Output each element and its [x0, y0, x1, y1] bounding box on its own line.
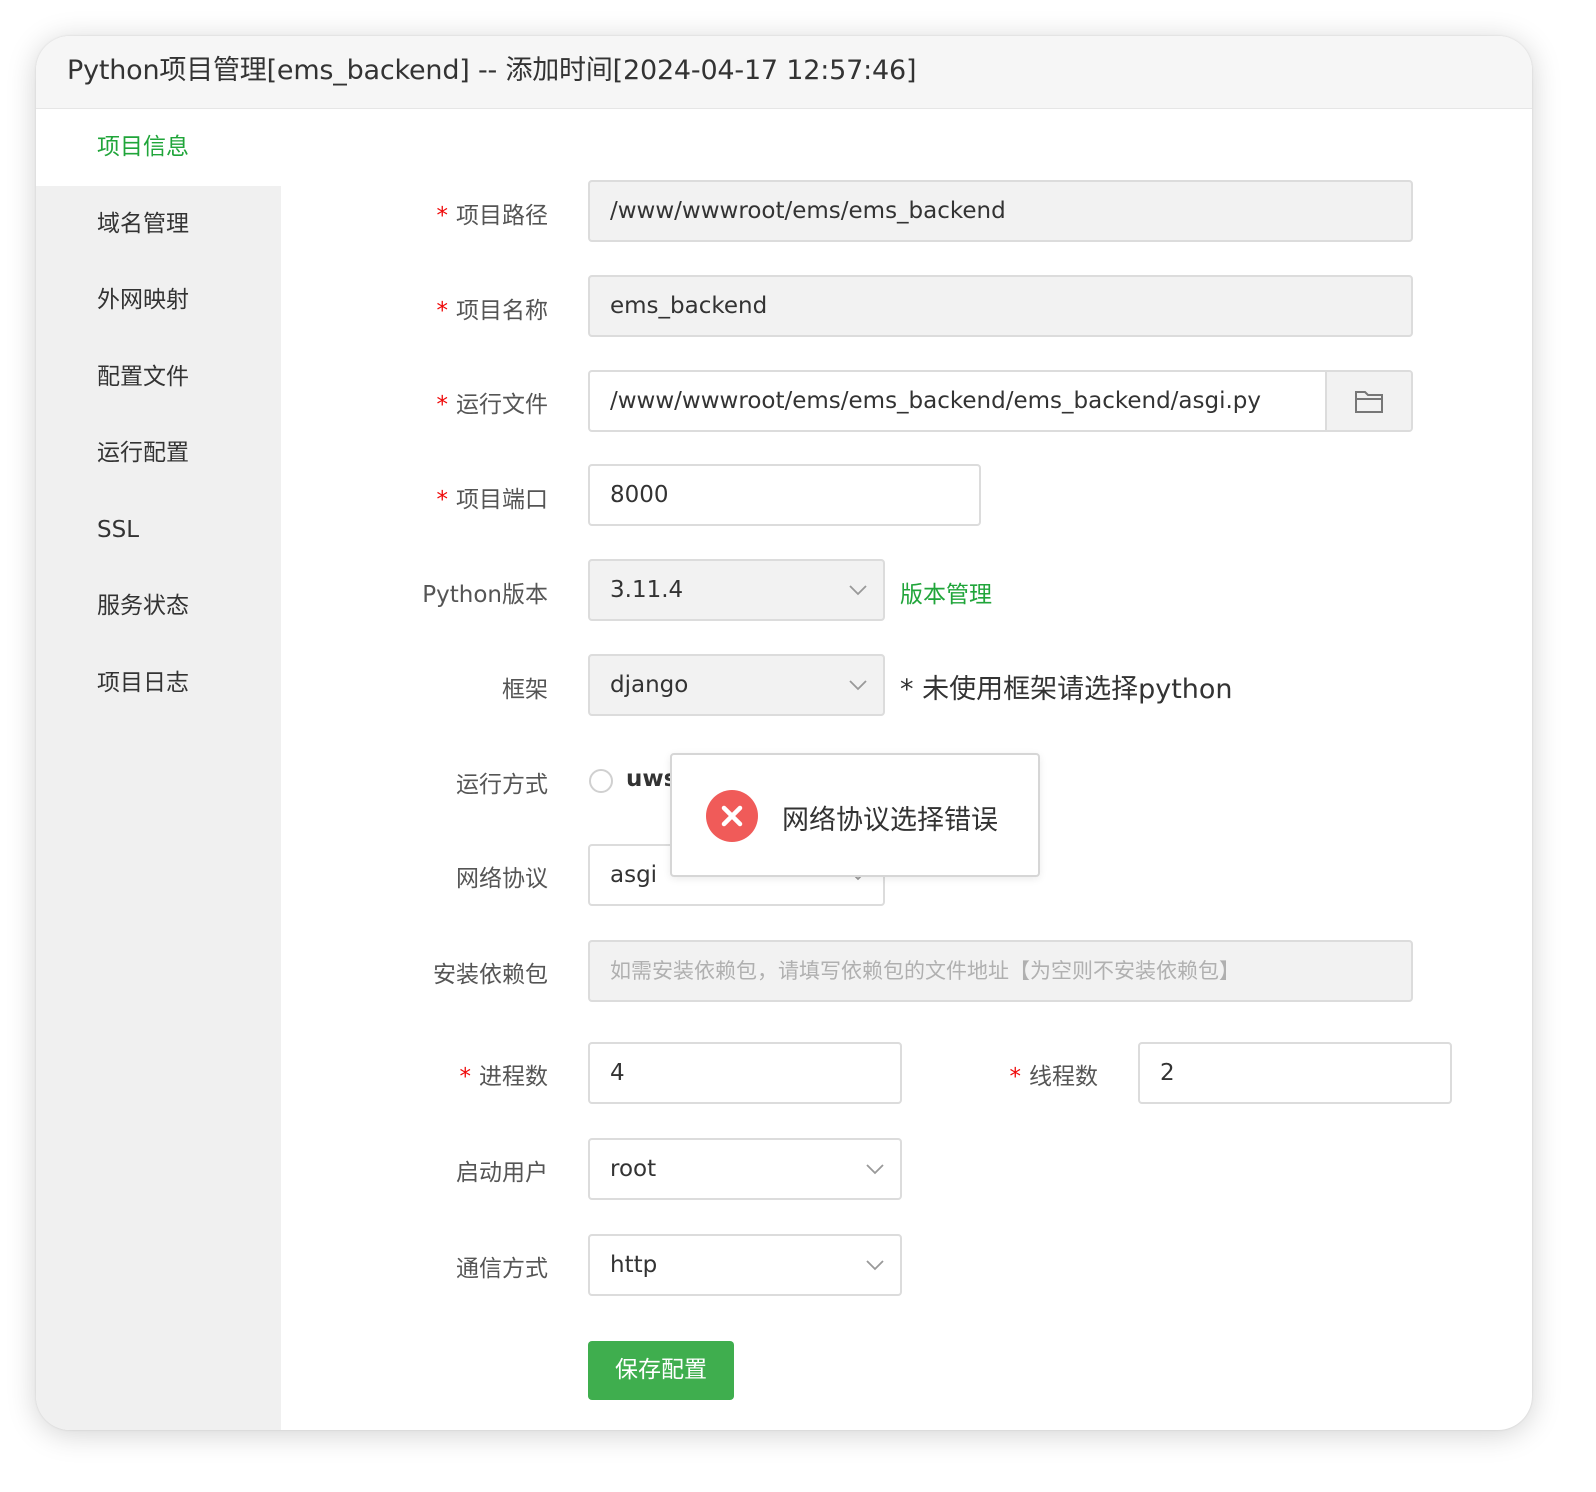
run-mode-label: 运行方式: [456, 772, 548, 798]
sidebar-item-ssl[interactable]: SSL: [36, 492, 281, 569]
install-deps-label: 安装依赖包: [433, 962, 548, 988]
communication-select[interactable]: http: [588, 1234, 902, 1296]
required-mark: *: [436, 203, 449, 229]
sidebar-item-project-log[interactable]: 项目日志: [36, 645, 281, 722]
framework-value: django: [610, 672, 689, 698]
threads-input[interactable]: 2: [1138, 1042, 1452, 1104]
project-port-input[interactable]: 8000: [588, 464, 981, 526]
framework-hint: * 未使用框架请选择python: [900, 674, 1233, 705]
run-file-value: /www/wwwroot/ems/ems_backend/ems_backend…: [610, 388, 1262, 414]
python-version-select[interactable]: 3.11.4: [588, 559, 885, 621]
dialog-title: Python项目管理[ems_backend] -- 添加时间[2024-04-…: [67, 55, 917, 86]
required-mark: *: [436, 298, 449, 324]
install-deps-placeholder: 如需安装依赖包，请填写依赖包的文件地址【为空则不安装依赖包】: [610, 959, 1240, 983]
sidebar-item-project-info[interactable]: 项目信息: [36, 109, 281, 186]
run-file-label: * 运行文件: [436, 392, 549, 418]
network-protocol-value: asgi: [610, 862, 658, 888]
network-protocol-label: 网络协议: [456, 866, 548, 892]
sidebar-item-run-config[interactable]: 运行配置: [36, 415, 281, 492]
chevron-down-icon: [849, 680, 867, 691]
sidebar-item-external-mapping[interactable]: 外网映射: [36, 262, 281, 339]
install-deps-input[interactable]: 如需安装依赖包，请填写依赖包的文件地址【为空则不安装依赖包】: [588, 940, 1413, 1002]
run-mode-radio[interactable]: [589, 769, 613, 793]
processes-label: * 进程数: [459, 1064, 549, 1090]
start-user-value: root: [610, 1156, 657, 1182]
communication-label: 通信方式: [456, 1256, 548, 1282]
project-name-label: * 项目名称: [436, 298, 549, 324]
error-toast: 网络协议选择错误: [670, 753, 1040, 877]
project-path-input[interactable]: /www/wwwroot/ems/ems_backend: [588, 180, 1413, 242]
browse-folder-button[interactable]: [1325, 372, 1411, 430]
python-version-value: 3.11.4: [610, 577, 684, 603]
framework-label: 框架: [502, 677, 548, 703]
sidebar-item-config-file[interactable]: 配置文件: [36, 339, 281, 416]
sidebar: 项目信息 域名管理 外网映射 配置文件 运行配置 SSL 服务状态 项目日志: [36, 109, 281, 1430]
communication-value: http: [610, 1252, 658, 1278]
project-name-input[interactable]: ems_backend: [588, 275, 1413, 337]
sidebar-item-domain[interactable]: 域名管理: [36, 186, 281, 263]
project-path-label: * 项目路径: [436, 203, 549, 229]
start-user-select[interactable]: root: [588, 1138, 902, 1200]
chevron-down-icon: [866, 1260, 884, 1271]
required-mark: *: [436, 392, 449, 418]
start-user-label: 启动用户: [456, 1160, 548, 1186]
python-version-label: Python版本: [422, 582, 548, 608]
project-dialog: Python项目管理[ems_backend] -- 添加时间[2024-04-…: [36, 36, 1532, 1430]
folder-icon: [1355, 391, 1383, 413]
required-mark: *: [1009, 1064, 1022, 1090]
project-port-label: * 项目端口: [436, 487, 549, 513]
processes-input[interactable]: 4: [588, 1042, 902, 1104]
threads-label: * 线程数: [1009, 1064, 1099, 1090]
run-file-field[interactable]: /www/wwwroot/ems/ems_backend/ems_backend…: [588, 370, 1413, 432]
save-config-button[interactable]: 保存配置: [588, 1341, 734, 1400]
title-bar: Python项目管理[ems_backend] -- 添加时间[2024-04-…: [36, 36, 1532, 109]
required-mark: *: [459, 1064, 472, 1090]
sidebar-item-service-status[interactable]: 服务状态: [36, 568, 281, 645]
chevron-down-icon: [849, 585, 867, 596]
required-mark: *: [436, 487, 449, 513]
version-management-link[interactable]: 版本管理: [900, 575, 992, 609]
chevron-down-icon: [866, 1164, 884, 1175]
toast-message: 网络协议选择错误: [782, 805, 998, 836]
error-x-icon: [706, 790, 758, 842]
framework-select[interactable]: django: [588, 654, 885, 716]
